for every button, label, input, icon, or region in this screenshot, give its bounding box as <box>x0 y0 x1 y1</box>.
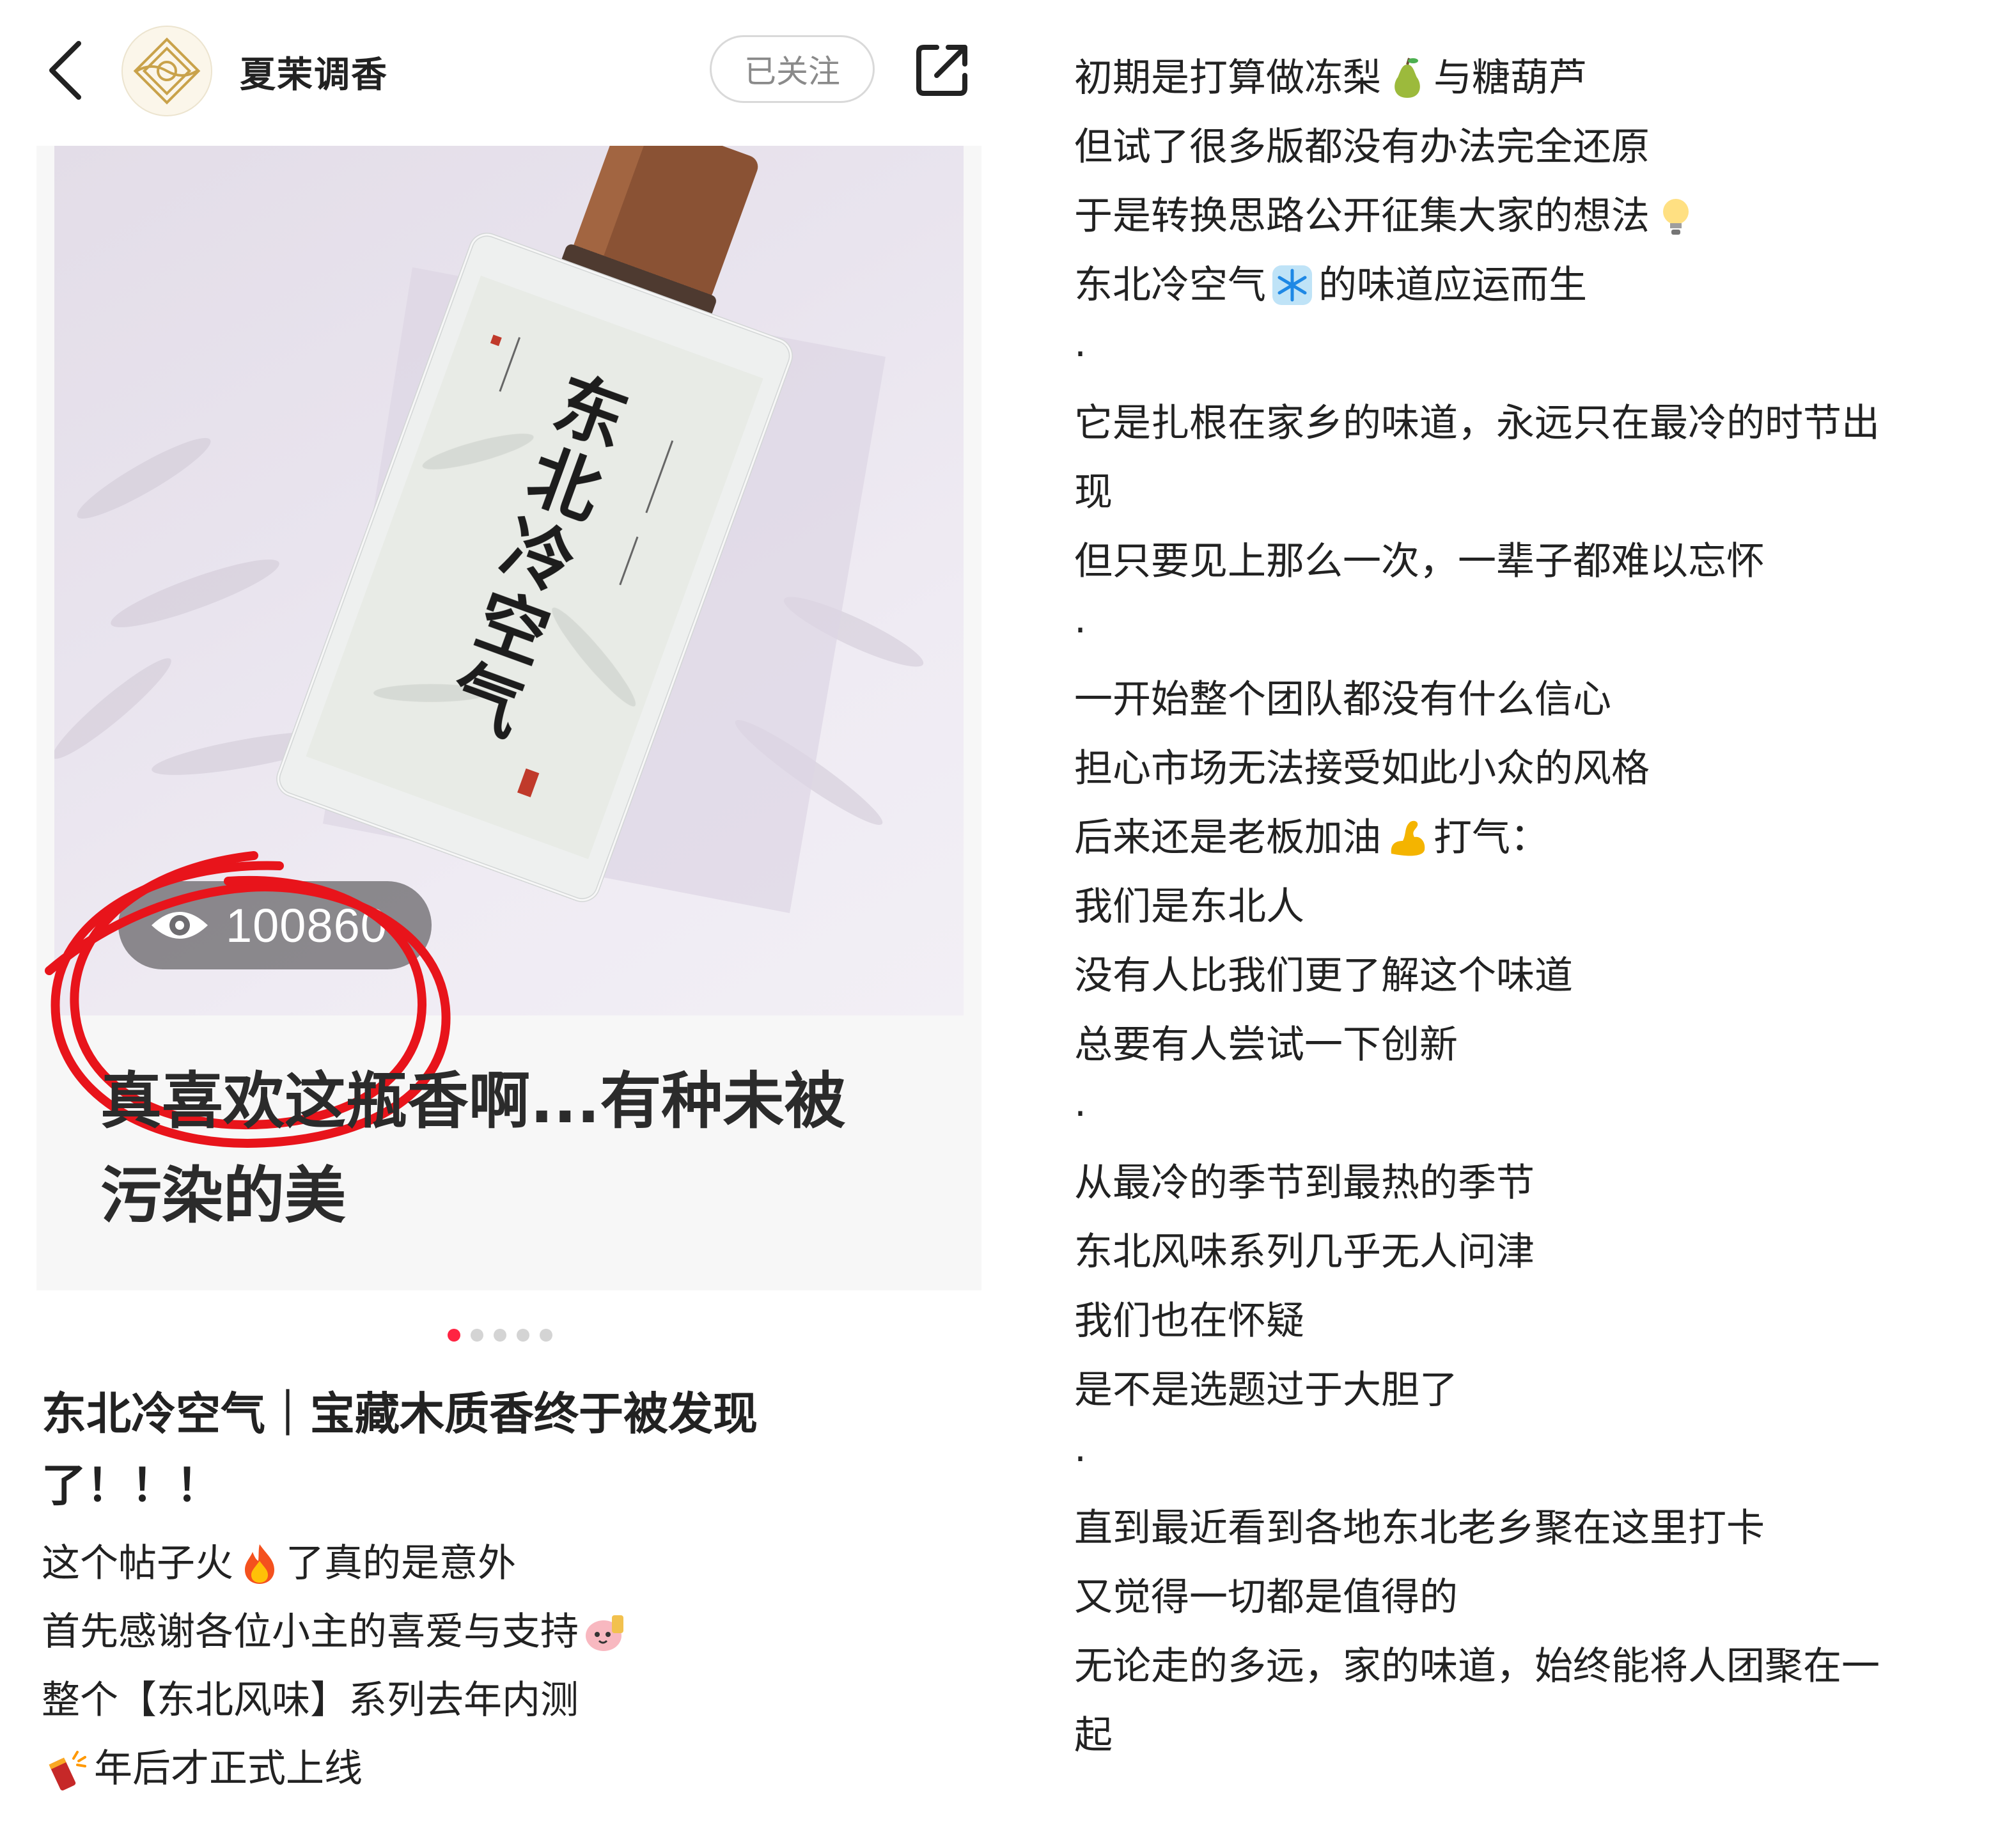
post-body-line: 总要有人尝试一下创新 <box>1074 1010 2008 1079</box>
post-title-line: 东北冷空气｜宝藏木质香终于被发现 <box>42 1388 758 1440</box>
sticker-emoji <box>582 1610 627 1655</box>
cover-card[interactable]: 东 北 冷 空 气 100860 真喜欢这瓶香啊...有种未被 污染的美 <box>36 146 981 1290</box>
pear-emoji <box>1385 56 1430 100</box>
follow-button[interactable]: 已关注 <box>710 35 875 103</box>
post-body-line: 但只要见上那么一次，一辈子都难以忘怀 <box>1074 527 2008 596</box>
post-body-text: 后来还是老板加油 <box>1074 815 1381 860</box>
post-body-text: 这个帖子火 <box>42 1541 233 1586</box>
view-count: 100860 <box>226 898 387 952</box>
post-body-text: 但试了很多版都没有办法完全还原 <box>1074 125 1650 169</box>
post-body-line: 整个【东北风味】系列去年内测 <box>42 1666 969 1735</box>
post-body-line: 东北冷空气 的味道应运而生 <box>1074 251 2008 320</box>
post-body-text: 直到最近看到各地东北老乡聚在这里打卡 <box>1074 1506 1765 1551</box>
bulb-emoji <box>1653 194 1698 239</box>
post-body-line: 它是扎根在家乡的味道，永远只在最冷的时节出 <box>1074 389 2008 458</box>
post-body-line: 东北风味系列几乎无人问津 <box>1074 1218 2008 1287</box>
post-body-line: 直到最近看到各地东北老乡聚在这里打卡 <box>1074 1494 2008 1563</box>
author-name[interactable]: 夏茉调香 <box>240 46 388 98</box>
post-body-text: 的味道应运而生 <box>1318 263 1587 308</box>
share-icon <box>916 45 967 96</box>
carousel-indicator[interactable] <box>448 1329 552 1342</box>
post-body-left: 这个帖子火 了真的是意外首先感谢各位小主的喜爱与支持 整个【东北风味】系列去年内测年… <box>42 1530 969 1803</box>
post-body-text: 初期是打算做冻梨 <box>1074 56 1381 100</box>
cover-caption-line: 真喜欢这瓶香啊...有种未被 <box>100 1065 846 1137</box>
cover-image: 东 北 冷 空 气 100860 <box>54 146 964 1015</box>
brand-logo-icon <box>133 37 201 105</box>
post-body-line: · <box>1074 1425 2008 1494</box>
post-body-text: 从最冷的季节到最热的季节 <box>1074 1161 1535 1205</box>
carousel-dot[interactable] <box>471 1329 483 1342</box>
post-body-text: 它是扎根在家乡的味道，永远只在最冷的时节出 <box>1074 401 1880 446</box>
post-body-line: 没有人比我们更了解这个味道 <box>1074 941 2008 1010</box>
post-body-text: · <box>1074 332 1087 377</box>
post-body-text: 是不是选题过于大胆了 <box>1074 1368 1458 1413</box>
fire-emoji <box>237 1542 282 1586</box>
post-body-line: · <box>1074 1079 2008 1148</box>
post-body-text: 无论走的多远，家的味道，始终能将人团聚在一 <box>1074 1644 1880 1689</box>
post-body-line: 从最冷的季节到最热的季节 <box>1074 1148 2008 1218</box>
post-body-text: · <box>1074 608 1087 653</box>
post-body-line: 我们是东北人 <box>1074 872 2008 941</box>
post-body-text: 一开始整个团队都没有什么信心 <box>1074 677 1611 722</box>
post-body-text: 但只要见上那么一次，一辈子都难以忘怀 <box>1074 539 1765 584</box>
post-body-line: 初期是打算做冻梨 与糖葫芦 <box>1074 43 2008 113</box>
post-body-line: 这个帖子火 了真的是意外 <box>42 1530 969 1598</box>
post-body-text: · <box>1074 1092 1087 1136</box>
post-body-line: 后来还是老板加油 打气： <box>1074 803 2008 872</box>
post-body-line: 于是转换思路公开征集大家的想法 <box>1074 182 2008 251</box>
back-button[interactable] <box>42 38 93 102</box>
post-body-text: 我们是东北人 <box>1074 884 1304 929</box>
view-count-badge: 100860 <box>118 881 432 969</box>
post-body-line: 年后才正式上线 <box>42 1735 969 1803</box>
post-body-text: 担心市场无法接受如此小众的风格 <box>1074 746 1650 791</box>
post-body-line: · <box>1074 596 2008 665</box>
post-body-text: 了真的是意外 <box>286 1541 516 1586</box>
post-body-text: 与糖葫芦 <box>1434 56 1587 100</box>
post-body-text: 没有人比我们更了解这个味道 <box>1074 953 1573 998</box>
post-body-text: 年后才正式上线 <box>94 1746 363 1791</box>
post-body-line: · <box>1074 320 2008 389</box>
post-body-line: 首先感谢各位小主的喜爱与支持 <box>42 1598 969 1666</box>
back-icon <box>49 41 81 100</box>
post-body-text: 又觉得一切都是值得的 <box>1074 1575 1458 1620</box>
eye-icon <box>152 912 208 939</box>
post-body-text: 东北冷空气 <box>1074 263 1266 308</box>
post-body-line: 我们也在怀疑 <box>1074 1287 2008 1356</box>
post-body-text: 东北风味系列几乎无人问津 <box>1074 1230 1535 1274</box>
post-body-text: 起 <box>1074 1713 1113 1758</box>
carousel-dot[interactable] <box>540 1329 552 1342</box>
post-body-line: 又觉得一切都是值得的 <box>1074 1563 2008 1632</box>
post-body-line: 一开始整个团队都没有什么信心 <box>1074 665 2008 734</box>
snowflake-emoji <box>1270 263 1315 308</box>
post-body-text: · <box>1074 1437 1087 1482</box>
post-body-text: 我们也在怀疑 <box>1074 1299 1304 1343</box>
post-body-text: 现 <box>1074 470 1113 515</box>
post-header: 夏茉调香 已关注 <box>0 0 997 137</box>
carousel-dot-active[interactable] <box>448 1329 460 1342</box>
cover-caption: 真喜欢这瓶香啊...有种未被 污染的美 <box>100 1054 932 1243</box>
post-title: 东北冷空气｜宝藏木质香终于被发现 了！！！ <box>42 1378 841 1521</box>
carousel-dot[interactable] <box>494 1329 506 1342</box>
post-body-text: 打气： <box>1434 815 1549 860</box>
post-body-line: 担心市场无法接受如此小众的风格 <box>1074 734 2008 803</box>
post-body-line: 现 <box>1074 458 2008 527</box>
carousel-dot[interactable] <box>517 1329 529 1342</box>
post-body-line: 起 <box>1074 1701 2008 1770</box>
post-body-right: 初期是打算做冻梨 与糖葫芦但试了很多版都没有办法完全还原 于是转换思路公开征集大家的… <box>1074 43 2008 1770</box>
post-title-line: 了！！！ <box>42 1459 221 1512</box>
post-body-text: 首先感谢各位小主的喜爱与支持 <box>42 1609 579 1654</box>
post-body-text: 整个【东北风味】系列去年内测 <box>42 1678 579 1723</box>
post-body-line: 是不是选题过于大胆了 <box>1074 1356 2008 1425</box>
post-body-line: 无论走的多远，家的味道，始终能将人团聚在一 <box>1074 1632 2008 1701</box>
post-body-text: 总要有人尝试一下创新 <box>1074 1022 1458 1067</box>
avatar[interactable] <box>121 26 212 116</box>
post-body-text: 于是转换思路公开征集大家的想法 <box>1074 194 1650 239</box>
cover-caption-line: 污染的美 <box>100 1160 346 1232</box>
muscle-emoji <box>1385 815 1430 860</box>
firecracker-emoji <box>45 1747 90 1792</box>
share-button[interactable] <box>911 38 974 101</box>
post-body-line: 但试了很多版都没有办法完全还原 <box>1074 113 2008 182</box>
